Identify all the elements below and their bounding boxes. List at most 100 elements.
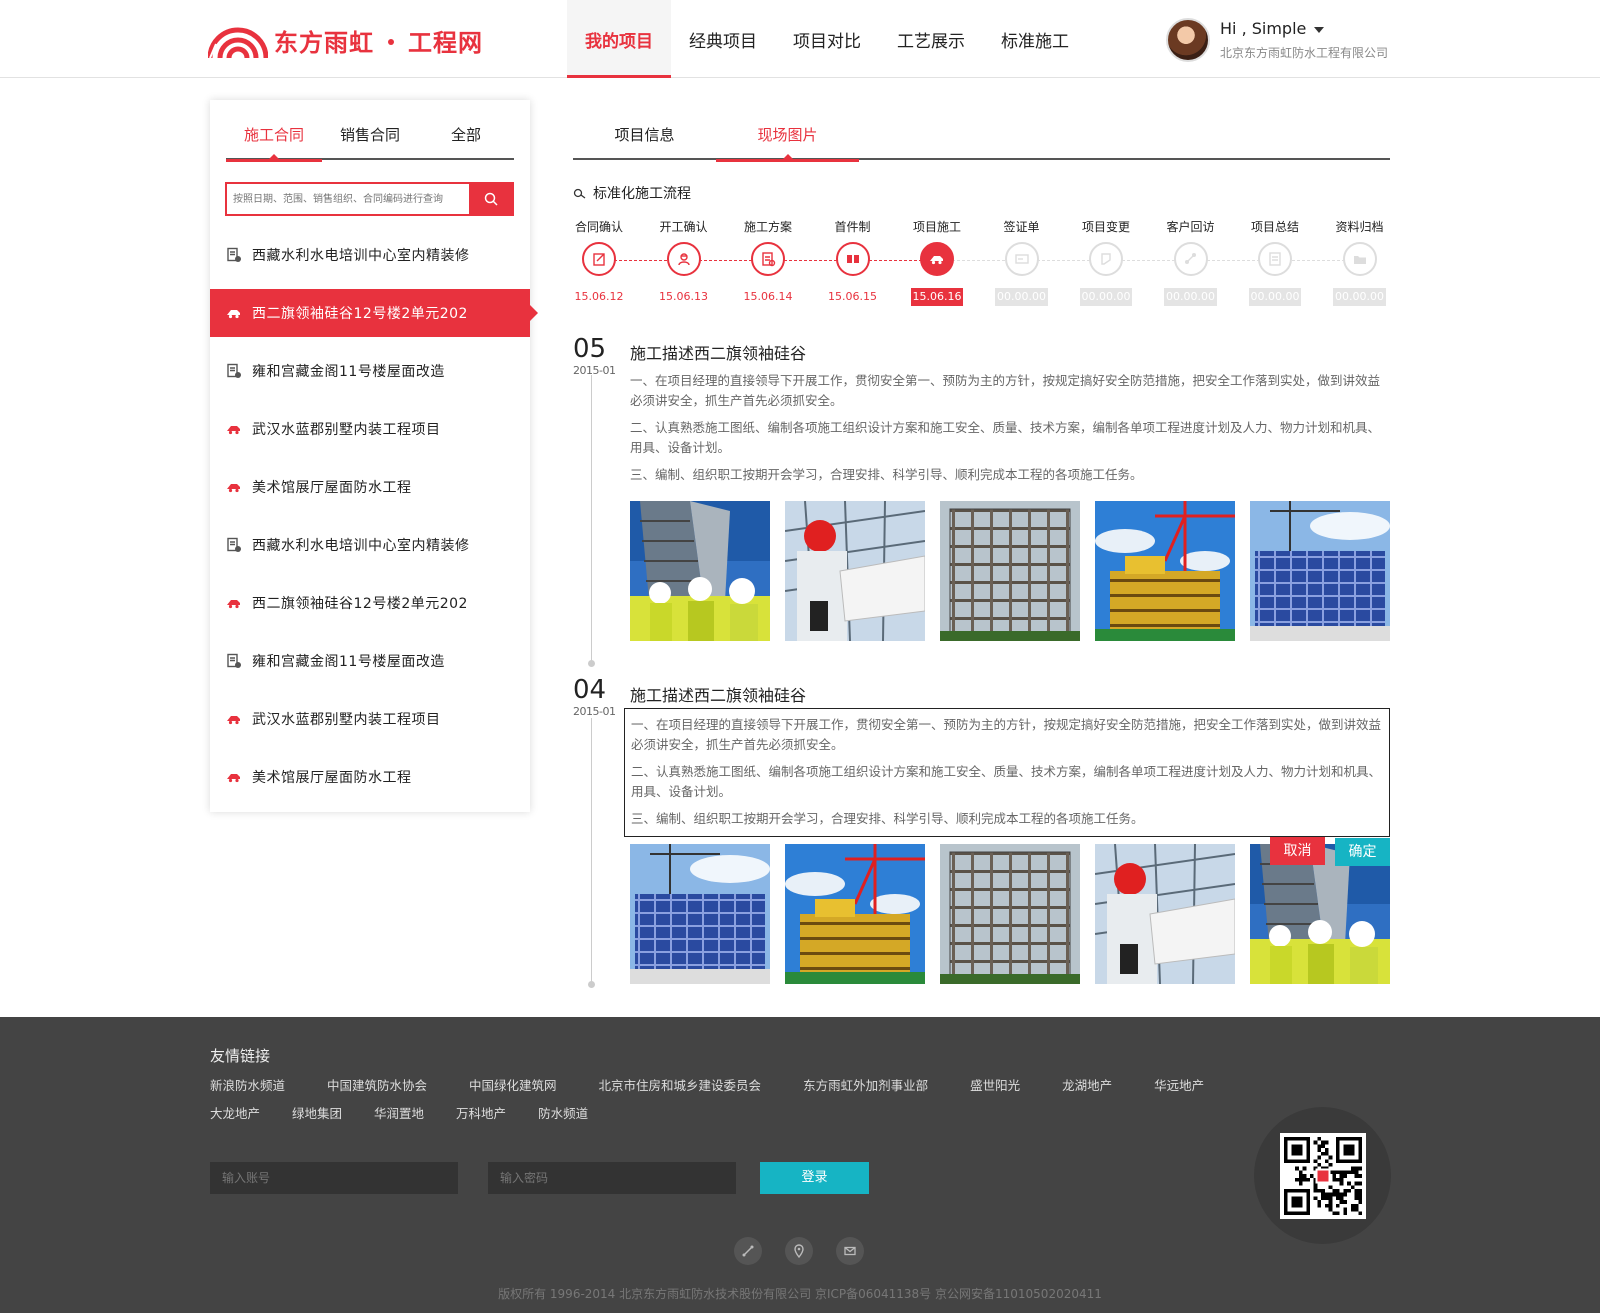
search-button[interactable]: [469, 184, 512, 214]
tab-sales-contract[interactable]: 销售合同: [322, 118, 418, 158]
truck-icon: [226, 769, 242, 785]
change-icon: [1089, 242, 1123, 276]
location-icon[interactable]: [785, 1237, 813, 1265]
engineer-photo[interactable]: [1095, 844, 1235, 984]
building-photo[interactable]: [940, 501, 1080, 641]
list-item[interactable]: 武汉水蓝郡别墅内装工程项目: [210, 690, 530, 748]
workers-photo[interactable]: [630, 501, 770, 641]
list-item-label: 武汉水蓝郡别墅内装工程项目: [252, 712, 441, 728]
flow-step[interactable]: 资料归档 00.00.00: [1332, 218, 1388, 306]
nav-classic-projects[interactable]: 经典项目: [671, 0, 775, 78]
footer-link[interactable]: 盛世阳光: [970, 1075, 1020, 1094]
steel-frame-photo[interactable]: [1250, 501, 1390, 641]
nav-standard-construction[interactable]: 标准施工: [983, 0, 1087, 78]
footer-link[interactable]: 龙湖地产: [1062, 1075, 1112, 1094]
list-item-label: 武汉水蓝郡别墅内装工程项目: [252, 422, 441, 438]
password-input[interactable]: [488, 1162, 736, 1194]
nav-craft-display[interactable]: 工艺展示: [879, 0, 983, 78]
photo-row: [630, 844, 1390, 984]
flow-step-date: 00.00.00: [1248, 288, 1302, 306]
user-info: Hi , Simple 北京东方雨虹防水工程有限公司: [1220, 19, 1388, 61]
list-item[interactable]: 西二旗领袖硅谷12号楼2单元202: [210, 289, 538, 337]
flow-title-text: 标准化施工流程: [593, 186, 691, 202]
footer-link[interactable]: 中国绿化建筑网: [469, 1075, 557, 1094]
steel-frame-photo[interactable]: [630, 844, 770, 984]
list-item[interactable]: 武汉水蓝郡别墅内装工程项目: [210, 400, 530, 458]
phone-icon[interactable]: [734, 1237, 762, 1265]
list-item-label: 西二旗领袖硅谷12号楼2单元202: [252, 306, 468, 322]
footer-link[interactable]: 中国建筑防水协会: [327, 1075, 427, 1094]
tab-construction-contract[interactable]: 施工合同: [226, 118, 322, 162]
flow-step[interactable]: 签证单 00.00.00: [994, 218, 1050, 306]
entry-description: 一、在项目经理的直接领导下开展工作，贯彻安全第一、预防为主的方针，按规定搞好安全…: [630, 371, 1390, 492]
account-input[interactable]: [210, 1162, 458, 1194]
list-item[interactable]: 西藏水利水电培训中心室内精装修: [210, 516, 530, 574]
flow-step[interactable]: 项目总结 00.00.00: [1247, 218, 1303, 306]
search-input[interactable]: [227, 184, 469, 214]
flow-step[interactable]: 客户回访 00.00.00: [1163, 218, 1219, 306]
brand-logo[interactable]: 东方雨虹 工程网: [208, 20, 483, 60]
confirm-button[interactable]: 确定: [1335, 838, 1390, 866]
flow-step-label: 施工方案: [743, 220, 792, 234]
list-item[interactable]: 西二旗领袖硅谷12号楼2单元202: [210, 574, 530, 632]
footer-link[interactable]: 绿地集团: [292, 1103, 342, 1122]
flow-step-date: 15.06.16: [910, 288, 964, 306]
process-steps: 合同确认 15.06.12 开工确认 15.06.13 施工方案 15.06.14 首件制 1…: [573, 218, 1393, 308]
entry-paragraph: 三、编制、组织职工按期开会学习，合理安排、科学引导、顺利完成本工程的各项施工任务…: [631, 811, 1144, 826]
list-item[interactable]: 雍和宫藏金阁11号楼屋面改造: [210, 632, 530, 690]
truck-icon: [226, 479, 242, 495]
footer-link[interactable]: 东方雨虹外加剂事业部: [803, 1075, 928, 1094]
footer-link[interactable]: 防水频道: [538, 1103, 588, 1122]
tab-all[interactable]: 全部: [418, 118, 514, 158]
list-item-label: 西藏水利水电培训中心室内精装修: [252, 538, 470, 554]
flow-step[interactable]: 项目施工 15.06.16: [909, 218, 965, 306]
list-item[interactable]: 雍和宫藏金阁11号楼屋面改造: [210, 342, 530, 400]
worker-icon: [666, 242, 701, 276]
entry-paragraph: 二、认真熟悉施工图纸、编制各项施工组织设计方案和施工安全、质量、技术方案，编制各…: [631, 764, 1382, 799]
nav-project-compare[interactable]: 项目对比: [775, 0, 879, 78]
flow-step[interactable]: 项目变更 00.00.00: [1078, 218, 1134, 306]
footer-link[interactable]: 新浪防水频道: [210, 1075, 285, 1094]
list-item[interactable]: 美术馆展厅屋面防水工程: [210, 748, 530, 806]
flow-step-label: 首件制: [834, 220, 871, 234]
engineer-photo[interactable]: [785, 501, 925, 641]
entry-description-editor[interactable]: 一、在项目经理的直接领导下开展工作，贯彻安全第一、预防为主的方针，按规定搞好安全…: [624, 708, 1390, 837]
list-item[interactable]: 美术馆展厅屋面防水工程: [210, 458, 530, 516]
entry-paragraph: 二、认真熟悉施工图纸、编制各项施工组织设计方案和施工安全、质量、技术方案，编制各…: [630, 420, 1381, 455]
footer-link[interactable]: 华润置地: [374, 1103, 424, 1122]
avatar[interactable]: [1166, 18, 1210, 62]
mail-icon[interactable]: [836, 1237, 864, 1265]
crane-photo[interactable]: [1095, 501, 1235, 641]
qr-code-container: [1254, 1107, 1391, 1244]
entry-paragraph: 三、编制、组织职工按期开会学习，合理安排、科学引导、顺利完成本工程的各项施工任务…: [630, 467, 1143, 482]
card-icon: [1004, 242, 1039, 276]
entry-month: 2015-01: [573, 705, 616, 718]
footer-link[interactable]: 万科地产: [456, 1103, 506, 1122]
user-greeting[interactable]: Hi , Simple: [1220, 19, 1388, 38]
crane-photo[interactable]: [785, 844, 925, 984]
tab-project-info[interactable]: 项目信息: [573, 118, 716, 158]
footer-link[interactable]: 华远地产: [1154, 1075, 1204, 1094]
building-photo[interactable]: [940, 844, 1080, 984]
truck-icon: [226, 421, 242, 437]
tab-site-photos[interactable]: 现场图片: [716, 118, 859, 162]
footer: 友情链接 新浪防水频道 中国建筑防水协会 中国绿化建筑网 北京市住房和城乡建设委员会 东…: [0, 1017, 1600, 1313]
flow-step-date: 15.06.13: [659, 290, 708, 303]
nav-my-projects[interactable]: 我的项目: [567, 0, 671, 78]
flow-step-label: 签证单: [1003, 220, 1040, 234]
main-nav: 我的项目 经典项目 项目对比 工艺展示 标准施工: [567, 0, 1087, 78]
flow-step[interactable]: 合同确认 15.06.12: [571, 218, 627, 306]
search-icon: [484, 192, 498, 206]
photo-row: [630, 501, 1390, 641]
footer-link[interactable]: 大龙地产: [210, 1103, 260, 1122]
login-button[interactable]: 登录: [760, 1162, 869, 1194]
list-item[interactable]: 西藏水利水电培训中心室内精装修: [210, 226, 530, 284]
flow-step[interactable]: 施工方案 15.06.14: [740, 218, 796, 306]
flow-step[interactable]: 开工确认 15.06.13: [656, 218, 712, 306]
flow-step[interactable]: 首件制 15.06.15: [825, 218, 881, 306]
footer-link[interactable]: 北京市住房和城乡建设委员会: [599, 1075, 762, 1094]
flow-step-date: 00.00.00: [1333, 288, 1386, 306]
doc-check-icon: [226, 363, 242, 379]
user-menu[interactable]: Hi , Simple 北京东方雨虹防水工程有限公司: [1166, 16, 1388, 64]
cancel-button[interactable]: 取消: [1270, 837, 1325, 865]
